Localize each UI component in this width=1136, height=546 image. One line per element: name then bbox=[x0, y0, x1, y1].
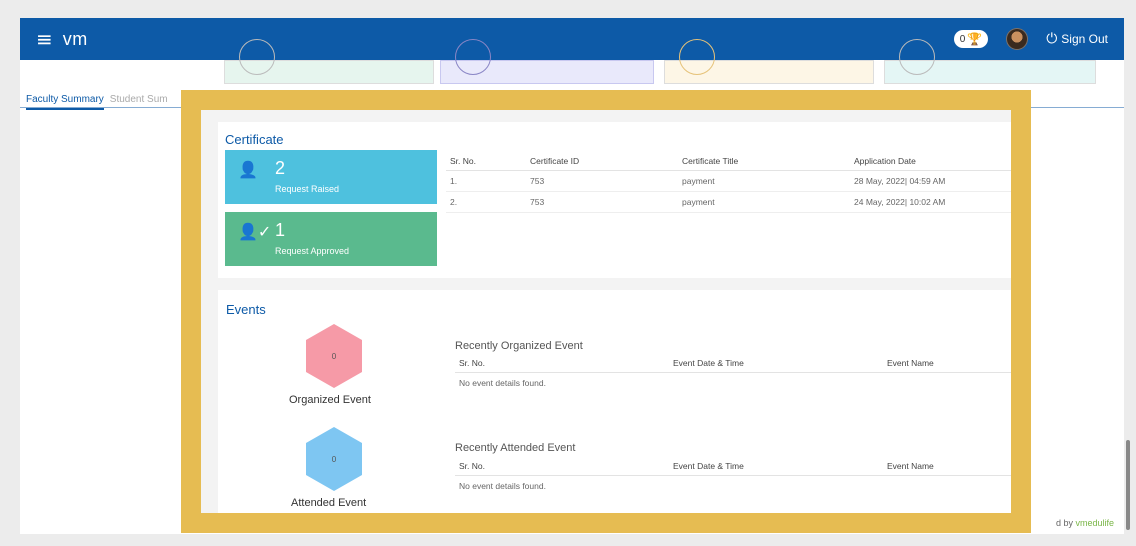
empty-message: No event details found. bbox=[459, 378, 546, 388]
trophy-count: 0 bbox=[959, 33, 966, 45]
scrollbar-thumb[interactable] bbox=[1126, 440, 1130, 530]
column-header: Certificate Title bbox=[678, 152, 850, 171]
sign-out-button[interactable]: ⏻ Sign Out bbox=[1046, 31, 1108, 47]
highlight-frame: Certificate 👤 2 Request Raised 👤✓ 1 Requ… bbox=[181, 90, 1031, 533]
column-header: Certificate ID bbox=[526, 152, 678, 171]
request-approved-count: 1 bbox=[275, 220, 286, 240]
brand-logo[interactable]: vm bbox=[63, 29, 88, 50]
table-header-row: Sr. No. Event Date & Time Event Name bbox=[455, 457, 1011, 476]
summary-card bbox=[664, 39, 874, 84]
table-cell: 24 May, 2022| 10:02 AM bbox=[850, 191, 1011, 213]
column-header: Sr. No. bbox=[455, 354, 669, 373]
column-header: Event Name bbox=[883, 457, 1011, 476]
request-raised-count: 2 bbox=[275, 158, 286, 178]
organized-event-count: 0 bbox=[306, 324, 362, 388]
certificate-table: Sr. No. Certificate ID Certificate Title… bbox=[446, 152, 1011, 213]
summary-card bbox=[224, 39, 434, 84]
attended-event-count: 0 bbox=[306, 427, 362, 491]
top-navbar: ≡ vm 0 🏆 ⏻ Sign Out bbox=[20, 18, 1124, 60]
recently-attended-title: Recently Attended Event bbox=[455, 442, 576, 454]
events-panel: Events 0 Organized Event 0 Attended Even… bbox=[218, 290, 1011, 513]
recently-organized-title: Recently Organized Event bbox=[455, 340, 583, 352]
card-icon-circle bbox=[679, 39, 715, 75]
column-header: Sr. No. bbox=[455, 457, 669, 476]
column-header: Sr. No. bbox=[446, 152, 526, 171]
request-approved-label: Request Approved bbox=[275, 246, 350, 256]
avatar[interactable] bbox=[1006, 28, 1029, 50]
sign-out-label: Sign Out bbox=[1061, 32, 1108, 46]
events-title: Events bbox=[226, 302, 266, 317]
column-header: Event Date & Time bbox=[669, 354, 883, 373]
power-icon: ⏻ bbox=[1046, 31, 1058, 47]
request-raised-card[interactable]: 👤 2 Request Raised bbox=[225, 150, 437, 204]
attended-event-label: Attended Event bbox=[291, 497, 367, 509]
table-row[interactable]: 1. 753 payment 28 May, 2022| 04:59 AM bbox=[446, 170, 1011, 192]
trophy-badge[interactable]: 0 🏆 bbox=[953, 30, 989, 48]
request-approved-card[interactable]: 👤✓ 1 Request Approved bbox=[225, 212, 437, 266]
table-cell: payment bbox=[678, 191, 850, 213]
column-header: Event Name bbox=[883, 354, 1011, 373]
attended-event-hexagon[interactable]: 0 bbox=[306, 427, 362, 491]
table-header-row: Sr. No. Event Date & Time Event Name bbox=[455, 354, 1011, 373]
table-cell: 1. bbox=[446, 170, 526, 192]
table-header-row: Sr. No. Certificate ID Certificate Title… bbox=[446, 152, 1011, 171]
card-icon-circle bbox=[239, 39, 275, 75]
summary-card bbox=[884, 39, 1096, 84]
table-cell: 2. bbox=[446, 191, 526, 213]
highlight-content: Certificate 👤 2 Request Raised 👤✓ 1 Requ… bbox=[201, 110, 1011, 513]
footer-prefix: d by bbox=[1055, 518, 1076, 528]
request-raised-label: Request Raised bbox=[275, 184, 340, 194]
attended-events-table: Sr. No. Event Date & Time Event Name No … bbox=[455, 457, 1011, 496]
organized-events-table: Sr. No. Event Date & Time Event Name No … bbox=[455, 354, 1011, 393]
trophy-icon: 🏆 bbox=[967, 32, 983, 46]
footer-brand-link[interactable]: vmedulife bbox=[1075, 518, 1114, 528]
organized-event-label: Organized Event bbox=[289, 394, 371, 406]
table-row[interactable]: 2. 753 payment 24 May, 2022| 10:02 AM bbox=[446, 191, 1011, 213]
column-header: Event Date & Time bbox=[669, 457, 883, 476]
table-cell: 28 May, 2022| 04:59 AM bbox=[850, 170, 1011, 192]
organized-event-hexagon[interactable]: 0 bbox=[306, 324, 362, 388]
menu-icon[interactable]: ≡ bbox=[36, 27, 53, 51]
column-header: Application Date bbox=[850, 152, 1011, 171]
user-check-icon: 👤✓ bbox=[238, 222, 272, 241]
empty-message: No event details found. bbox=[459, 481, 546, 491]
table-row: No event details found. bbox=[455, 373, 1011, 394]
certificate-panel: Certificate 👤 2 Request Raised 👤✓ 1 Requ… bbox=[218, 122, 1011, 278]
table-cell: 753 bbox=[526, 170, 678, 192]
summary-card bbox=[440, 39, 654, 84]
table-cell: payment bbox=[678, 170, 850, 192]
table-cell: 753 bbox=[526, 191, 678, 213]
user-icon: 👤 bbox=[238, 160, 258, 179]
card-icon-circle bbox=[899, 39, 935, 75]
footer-credit: d by vmedulife bbox=[1056, 518, 1114, 528]
card-icon-circle bbox=[455, 39, 491, 75]
certificate-title: Certificate bbox=[225, 132, 284, 147]
table-row: No event details found. bbox=[455, 476, 1011, 497]
